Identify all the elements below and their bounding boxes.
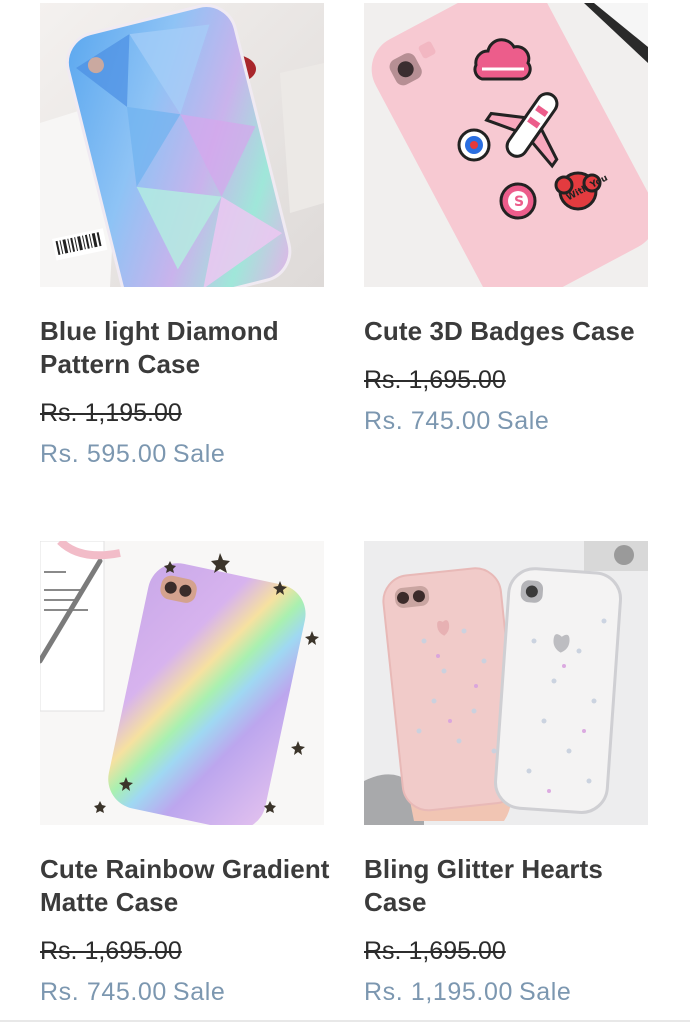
sale-price: Rs. 595.00 (40, 440, 167, 468)
price-row: Rs. 745.00 Sale (364, 406, 654, 436)
product-image-diamond-case[interactable] (40, 3, 324, 287)
product-card[interactable]: Bling Glitter Hearts Case Rs. 1,695.00 R… (364, 541, 654, 1007)
product-grid: Blue light Diamond Pattern Case Rs. 1,19… (0, 0, 690, 1024)
product-image-badges-case[interactable]: S With You (364, 3, 648, 287)
original-price: Rs. 1,695.00 (364, 937, 506, 965)
product-card[interactable]: Blue light Diamond Pattern Case Rs. 1,19… (40, 3, 330, 469)
price-row: Rs. 595.00 Sale (40, 439, 330, 469)
sale-label: Sale (496, 407, 550, 435)
product-title[interactable]: Blue light Diamond Pattern Case (40, 315, 330, 381)
price-row: Rs. 745.00 Sale (40, 977, 330, 1007)
product-image-rainbow-case[interactable] (40, 541, 324, 825)
sale-label: Sale (172, 978, 226, 1006)
product-title[interactable]: Bling Glitter Hearts Case (364, 853, 654, 919)
sale-price: Rs. 745.00 (40, 978, 167, 1006)
sale-price: Rs. 745.00 (364, 407, 491, 435)
sale-price: Rs. 1,195.00 (364, 978, 513, 1006)
sale-label: Sale (172, 440, 226, 468)
sale-label: Sale (518, 978, 572, 1006)
product-card[interactable]: S With You Cute 3D Badges Case Rs. 1,695… (364, 3, 654, 436)
original-price: Rs. 1,695.00 (364, 366, 506, 394)
original-price: Rs. 1,195.00 (40, 399, 182, 427)
product-title[interactable]: Cute Rainbow Gradient Matte Case (40, 853, 330, 919)
price-row: Rs. 1,195.00 Sale (364, 977, 654, 1007)
product-title[interactable]: Cute 3D Badges Case (364, 315, 654, 348)
product-card[interactable]: Cute Rainbow Gradient Matte Case Rs. 1,6… (40, 541, 330, 1007)
bottom-divider (0, 1020, 690, 1022)
original-price: Rs. 1,695.00 (40, 937, 182, 965)
product-image-glitter-case[interactable] (364, 541, 648, 825)
svg-text:S: S (514, 194, 524, 210)
